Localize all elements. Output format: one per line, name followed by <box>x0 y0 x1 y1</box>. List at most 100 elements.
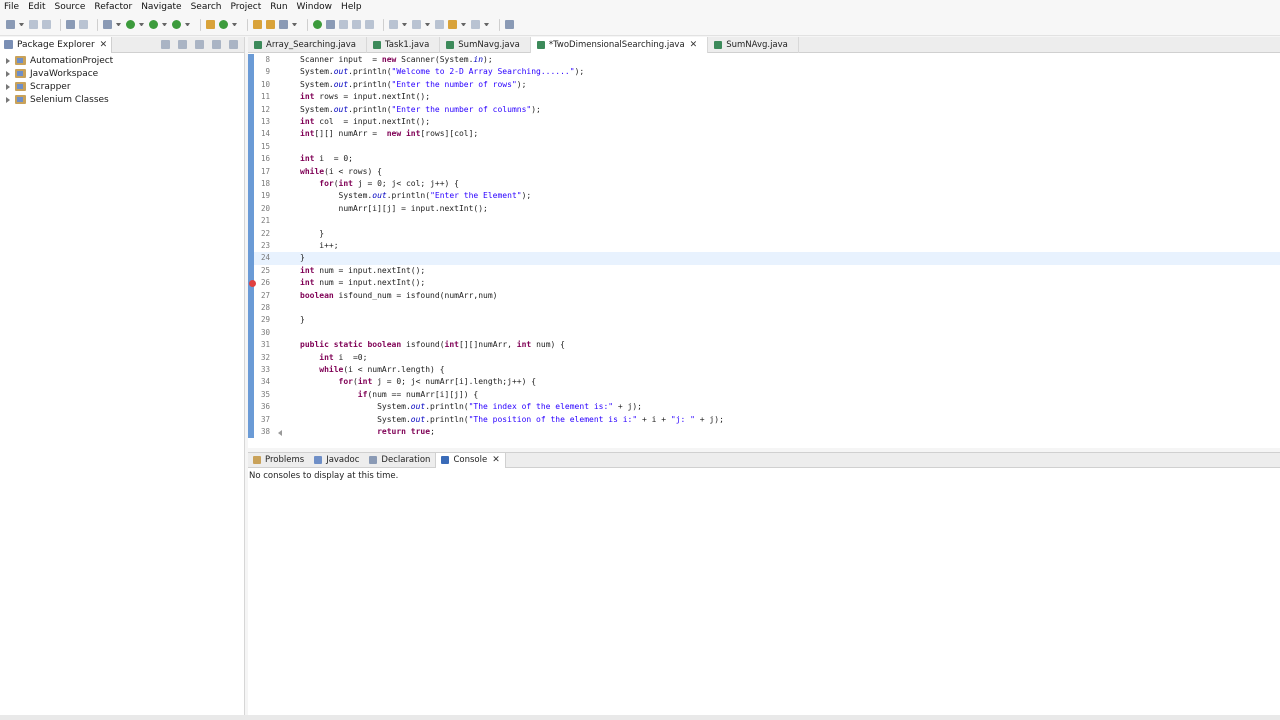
code-line[interactable]: 20 numArr[i][j] = input.nextInt(); <box>254 203 1280 215</box>
external-tools-icon[interactable] <box>172 20 181 29</box>
code-line[interactable]: 28 <box>254 302 1280 314</box>
new-icon[interactable] <box>6 20 15 29</box>
code-line[interactable]: 22 } <box>254 228 1280 240</box>
code-line[interactable]: 30 <box>254 327 1280 339</box>
code-line[interactable]: 35 if(num == numArr[i][j]) { <box>254 389 1280 401</box>
code-line[interactable]: 24} <box>254 252 1280 265</box>
new-class-icon[interactable] <box>219 20 228 29</box>
open-task-icon[interactable] <box>266 20 275 29</box>
code-line[interactable]: 37 System.out.println("The position of t… <box>254 414 1280 426</box>
tree-item-project[interactable]: Selenium Classes <box>0 93 244 106</box>
chevron-down-icon[interactable] <box>185 23 190 26</box>
editor-tab[interactable]: Task1.java <box>367 36 441 53</box>
menu-help[interactable]: Help <box>341 2 362 12</box>
code-line[interactable]: 21 <box>254 215 1280 227</box>
editor-tab[interactable]: SumNAvg.java <box>708 36 799 53</box>
menu-run[interactable]: Run <box>270 2 287 12</box>
code-line[interactable]: 15 <box>254 141 1280 153</box>
menu-navigate[interactable]: Navigate <box>141 2 181 12</box>
last-edit-location-icon[interactable] <box>435 20 444 29</box>
code-line[interactable]: 38 return true; <box>254 426 1280 438</box>
code-line[interactable]: 26 int num = input.nextInt(); <box>254 277 1280 289</box>
open-perspective-icon[interactable] <box>505 20 514 29</box>
coverage-icon[interactable] <box>149 20 158 29</box>
menu-search[interactable]: Search <box>191 2 222 12</box>
terminal-icon[interactable] <box>66 20 75 29</box>
code-line[interactable]: 25 int num = input.nextInt(); <box>254 265 1280 277</box>
tree-item-project[interactable]: AutomationProject <box>0 54 244 67</box>
code-line[interactable]: 34 for(int j = 0; j< numArr[i].length;j+… <box>254 376 1280 388</box>
maximize-icon[interactable] <box>229 40 238 49</box>
show-whitespace-icon[interactable] <box>339 20 348 29</box>
code-area[interactable]: 8 Scanner input = new Scanner(System.in);… <box>248 54 1280 438</box>
code-line[interactable]: 31 public static boolean isfound(int[][]n… <box>254 339 1280 351</box>
chevron-down-icon[interactable] <box>116 23 121 26</box>
code-line[interactable]: 17 while(i < rows) { <box>254 166 1280 178</box>
collapse-all-icon[interactable] <box>161 40 170 49</box>
code-line[interactable]: 8 Scanner input = new Scanner(System.in); <box>254 54 1280 66</box>
code-line[interactable]: 23 i++; <box>254 240 1280 252</box>
new-package-icon[interactable] <box>206 20 215 29</box>
menu-edit[interactable]: Edit <box>28 2 45 12</box>
back-icon[interactable] <box>448 20 457 29</box>
expand-arrow-icon[interactable] <box>6 83 10 90</box>
menu-file[interactable]: File <box>4 2 19 12</box>
editor-tab[interactable]: Array_Searching.java <box>248 36 368 53</box>
chevron-down-icon[interactable] <box>139 23 144 26</box>
chevron-down-icon[interactable] <box>232 23 237 26</box>
skip-breakpoints-icon[interactable] <box>79 20 88 29</box>
expand-arrow-icon[interactable] <box>6 70 10 77</box>
save-all-icon[interactable] <box>42 20 51 29</box>
tab-javadoc[interactable]: Javadoc <box>309 453 364 468</box>
code-line[interactable]: 16 int i = 0; <box>254 153 1280 165</box>
code-line[interactable]: 27 boolean isfound_num = isfound(numArr,n… <box>254 290 1280 302</box>
scroll-left-icon[interactable] <box>278 430 282 436</box>
code-line[interactable]: 33 while(i < numArr.length) { <box>254 364 1280 376</box>
chevron-down-icon[interactable] <box>162 23 167 26</box>
next-annotation-icon[interactable] <box>389 20 398 29</box>
chevron-down-icon[interactable] <box>484 23 489 26</box>
menu-refactor[interactable]: Refactor <box>94 2 132 12</box>
search-icon[interactable] <box>279 20 288 29</box>
link-with-editor-icon[interactable] <box>178 40 187 49</box>
chevron-down-icon[interactable] <box>292 23 297 26</box>
minimize-icon[interactable] <box>212 40 221 49</box>
code-line[interactable]: 13 int col = input.nextInt(); <box>254 116 1280 128</box>
editor-tab-active[interactable]: *TwoDimensionalSearching.java ✕ <box>530 36 709 53</box>
chevron-down-icon[interactable] <box>425 23 430 26</box>
menu-window[interactable]: Window <box>297 2 333 12</box>
code-line[interactable]: 14 int[][] numArr = new int[rows][col]; <box>254 128 1280 140</box>
run-icon[interactable] <box>126 20 135 29</box>
expand-arrow-icon[interactable] <box>6 57 10 64</box>
code-line[interactable]: 29} <box>254 314 1280 326</box>
menu-project[interactable]: Project <box>230 2 261 12</box>
code-line[interactable]: 10 System.out.println("Enter the number o… <box>254 79 1280 91</box>
code-line[interactable]: 11 int rows = input.nextInt(); <box>254 91 1280 103</box>
tree-item-project[interactable]: JavaWorkspace <box>0 67 244 80</box>
toggle-mark-occurrences-icon[interactable] <box>313 20 322 29</box>
show-source-icon[interactable] <box>365 20 374 29</box>
code-line[interactable]: 36 System.out.println("The index of the … <box>254 401 1280 413</box>
code-line[interactable]: 19 System.out.println("Enter the Element… <box>254 190 1280 202</box>
menu-source[interactable]: Source <box>55 2 86 12</box>
save-icon[interactable] <box>29 20 38 29</box>
editor-tab[interactable]: SumNavg.java <box>440 36 531 53</box>
close-icon[interactable]: ✕ <box>100 40 108 50</box>
package-explorer-tab[interactable]: Package Explorer ✕ <box>0 36 113 53</box>
close-icon[interactable]: ✕ <box>690 40 698 50</box>
chevron-down-icon[interactable] <box>19 23 24 26</box>
tree-item-project[interactable]: Scrapper <box>0 80 244 93</box>
tab-console[interactable]: Console ✕ <box>435 452 506 468</box>
chevron-down-icon[interactable] <box>461 23 466 26</box>
toggle-block-selection-icon[interactable] <box>326 20 335 29</box>
chevron-down-icon[interactable] <box>402 23 407 26</box>
view-menu-icon[interactable] <box>195 40 204 49</box>
expand-arrow-icon[interactable] <box>6 96 10 103</box>
tab-declaration[interactable]: Declaration <box>364 453 435 468</box>
code-line[interactable]: 32 int i =0; <box>254 352 1280 364</box>
debug-icon[interactable] <box>103 20 112 29</box>
forward-icon[interactable] <box>471 20 480 29</box>
word-wrap-icon[interactable] <box>352 20 361 29</box>
tab-problems[interactable]: Problems <box>248 453 309 468</box>
code-line[interactable]: 18 for(int j = 0; j< col; j++) { <box>254 178 1280 190</box>
